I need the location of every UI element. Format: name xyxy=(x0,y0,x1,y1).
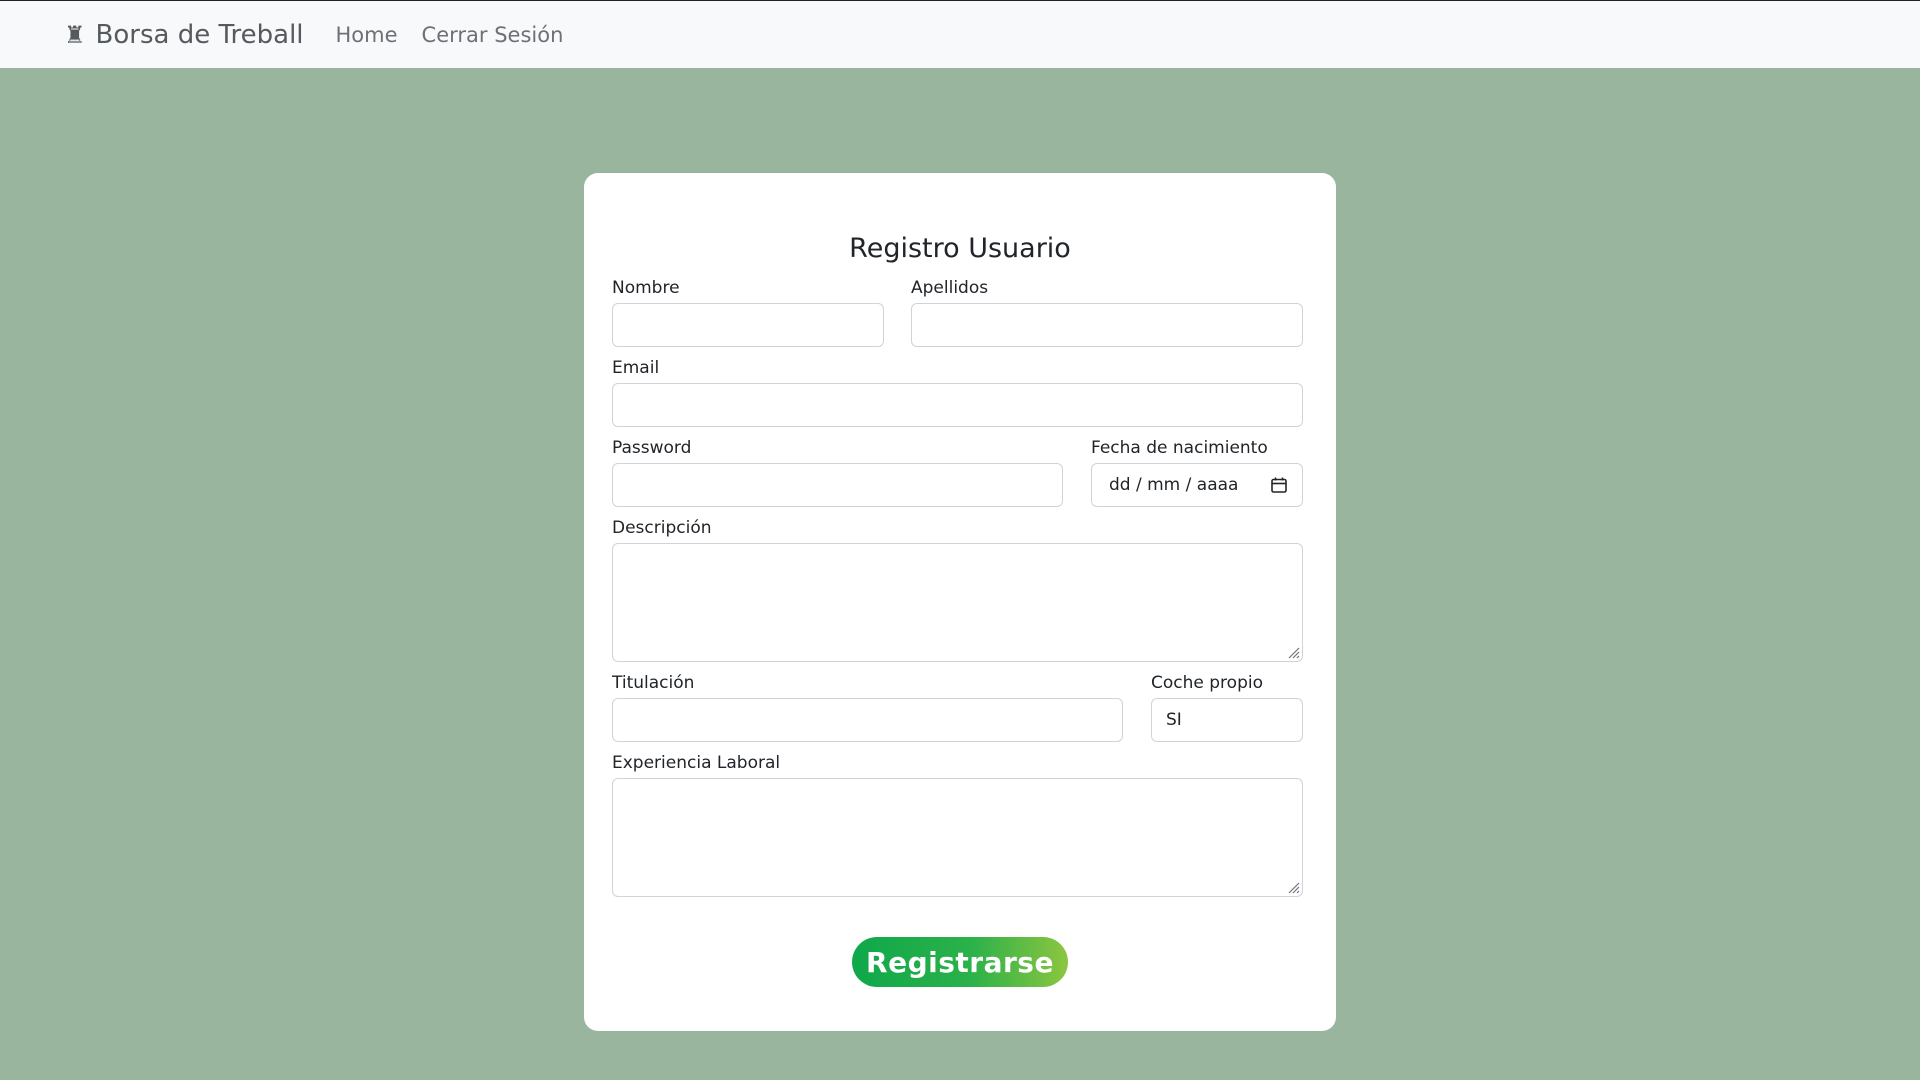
password-input[interactable] xyxy=(612,463,1063,507)
top-navbar: ♜ Borsa de Treball Home Cerrar Sesión xyxy=(0,0,1920,68)
email-field-group: Email xyxy=(612,357,1303,427)
form-title: Registro Usuario xyxy=(849,233,1071,264)
nav-link-home[interactable]: Home xyxy=(336,23,398,47)
titulacion-field-group: Titulación xyxy=(612,672,1123,742)
coche-propio-select[interactable]: SI xyxy=(1151,698,1303,742)
descripcion-field-group: Descripción xyxy=(612,517,1303,662)
experiencia-label: Experiencia Laboral xyxy=(612,753,781,773)
nombre-input[interactable] xyxy=(612,303,884,347)
password-label: Password xyxy=(612,438,692,458)
descripcion-textarea[interactable] xyxy=(612,543,1303,662)
coche-label: Coche propio xyxy=(1151,673,1263,693)
descripcion-label: Descripción xyxy=(612,518,712,538)
experiencia-textarea[interactable] xyxy=(612,778,1303,897)
apellidos-input[interactable] xyxy=(911,303,1303,347)
resize-grip-icon[interactable] xyxy=(1286,645,1300,659)
nav-link-logout[interactable]: Cerrar Sesión xyxy=(422,23,564,47)
apellidos-field-group: Apellidos xyxy=(911,277,1303,347)
nombre-label: Nombre xyxy=(612,278,680,298)
fecha-field-group: Fecha de nacimiento dd / mm / aaaa xyxy=(1091,437,1303,507)
email-input[interactable] xyxy=(612,383,1303,427)
birthdate-input[interactable]: dd / mm / aaaa xyxy=(1091,463,1303,507)
brand-label: Borsa de Treball xyxy=(95,19,304,50)
fecha-label: Fecha de nacimiento xyxy=(1091,438,1268,458)
nombre-field-group: Nombre xyxy=(612,277,884,347)
birthdate-placeholder: dd / mm / aaaa xyxy=(1109,475,1239,495)
coche-field-group: Coche propio SI xyxy=(1151,672,1303,742)
rook-chess-icon: ♜ xyxy=(64,20,86,49)
password-field-group: Password xyxy=(612,437,1063,507)
resize-grip-icon[interactable] xyxy=(1286,880,1300,894)
calendar-icon[interactable] xyxy=(1270,476,1288,494)
brand-link[interactable]: ♜ Borsa de Treball xyxy=(64,20,304,50)
registration-card: Registro Usuario Nombre Apellidos Email … xyxy=(584,173,1336,1031)
register-button[interactable]: Registrarse xyxy=(852,937,1068,987)
coche-propio-value: SI xyxy=(1166,710,1182,730)
apellidos-label: Apellidos xyxy=(911,278,989,298)
email-label: Email xyxy=(612,358,660,378)
titulacion-input[interactable] xyxy=(612,698,1123,742)
experiencia-field-group: Experiencia Laboral xyxy=(612,752,1303,897)
titulacion-label: Titulación xyxy=(612,673,695,693)
